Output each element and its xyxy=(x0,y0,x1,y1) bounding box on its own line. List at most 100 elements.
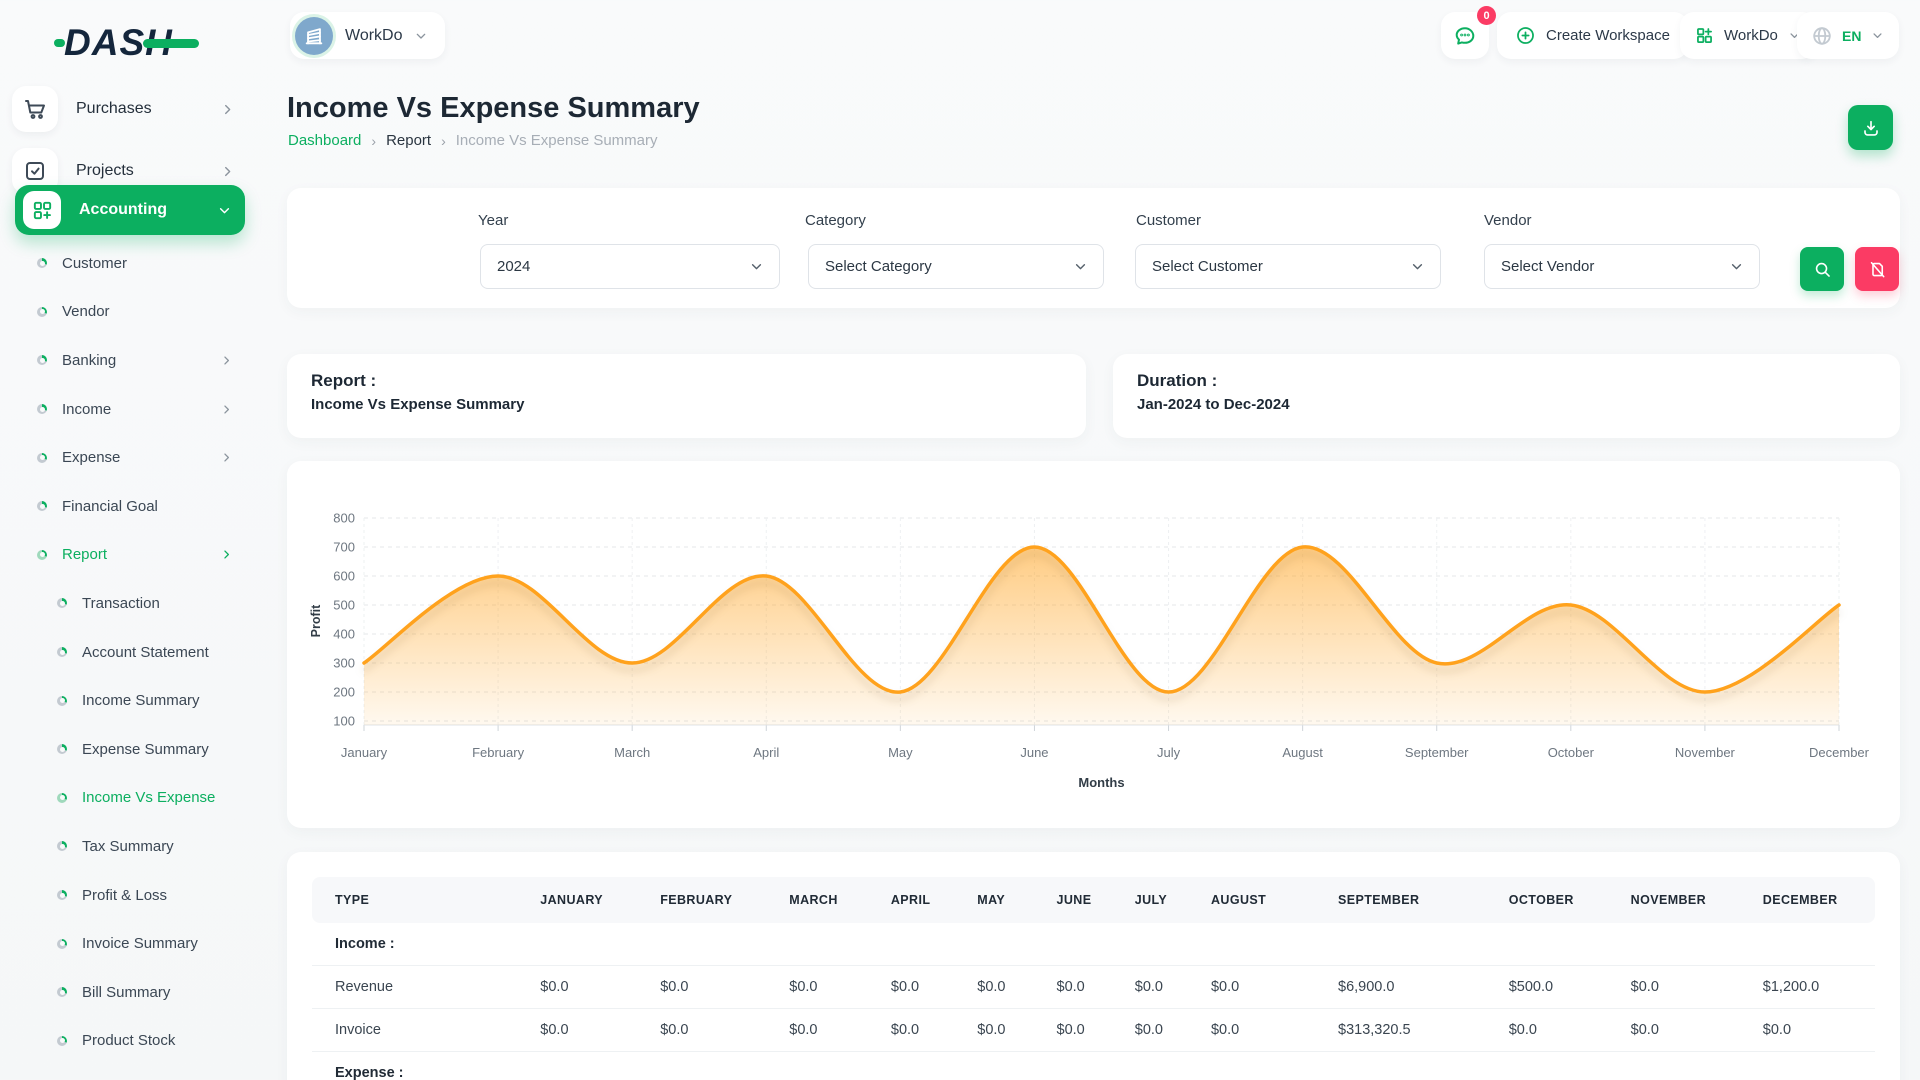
category-select[interactable]: Select Category xyxy=(808,244,1104,289)
cell-value: $500.0 xyxy=(1486,966,1608,1009)
bullet-icon xyxy=(57,696,67,706)
breadcrumb-dashboard[interactable]: Dashboard xyxy=(288,132,361,149)
reset-filter-button[interactable] xyxy=(1855,247,1899,291)
duration-card-title: Duration : xyxy=(1137,371,1876,391)
table-row: Expense : xyxy=(312,1052,1875,1080)
sidebar-item-label: Bill Summary xyxy=(82,984,262,1001)
sidebar-item-label: Income Vs Expense xyxy=(82,789,262,806)
sidebar-item-account-statement[interactable]: Account Statement xyxy=(0,628,262,677)
svg-text:December: December xyxy=(1809,745,1870,760)
table-header-may: MAY xyxy=(954,877,1033,923)
table-header-march: MARCH xyxy=(766,877,868,923)
bullet-icon xyxy=(57,1036,67,1046)
chevron-down-icon xyxy=(1072,258,1089,275)
sidebar-item-report[interactable]: Report xyxy=(0,531,262,580)
year-select[interactable]: 2024 xyxy=(480,244,780,289)
workspace-button[interactable]: WorkDo xyxy=(290,12,445,59)
cell-value: $0.0 xyxy=(1608,1009,1740,1052)
logo-accent-dot xyxy=(54,39,65,47)
logo-accent-dash xyxy=(143,39,199,48)
building-icon xyxy=(303,25,325,47)
chevron-right-icon xyxy=(219,450,234,465)
summary-table-card: TYPEJANUARYFEBRUARYMARCHAPRILMAYJUNEJULY… xyxy=(287,852,1900,1080)
bullet-icon xyxy=(57,647,67,657)
page-title: Income Vs Expense Summary xyxy=(287,92,700,125)
sidebar-item-invoice-summary[interactable]: Invoice Summary xyxy=(0,919,262,968)
cell-value: $0.0 xyxy=(1034,1009,1112,1052)
cell-value: $0.0 xyxy=(868,966,954,1009)
selected-value: Select Vendor xyxy=(1501,258,1594,275)
customer-label: Customer xyxy=(1136,212,1201,229)
download-button[interactable] xyxy=(1848,105,1893,150)
bullet-icon xyxy=(37,453,47,463)
table-header-july: JULY xyxy=(1112,877,1188,923)
table-row: Income : xyxy=(312,923,1875,966)
svg-text:100: 100 xyxy=(333,714,355,729)
sidebar-item-cash-flow[interactable]: Cash Flow xyxy=(0,1065,262,1080)
apply-filter-button[interactable] xyxy=(1800,247,1844,291)
workspace-name: WorkDo xyxy=(345,27,403,45)
sidebar-item-accounting-active[interactable]: Accounting xyxy=(15,185,245,235)
chevron-right-icon xyxy=(219,163,236,180)
profit-chart-card: 800700600500400300200100JanuaryFebruaryM… xyxy=(287,461,1900,828)
cell-value: $0.0 xyxy=(1112,1009,1188,1052)
sidebar-item-expense-summary[interactable]: Expense Summary xyxy=(0,725,262,774)
customer-select[interactable]: Select Customer xyxy=(1135,244,1441,289)
sidebar-item-purchases[interactable]: Purchases xyxy=(12,78,250,140)
sidebar-item-label: Banking xyxy=(62,352,219,369)
sidebar-item-label: Accounting xyxy=(79,201,216,219)
sidebar-item-transaction[interactable]: Transaction xyxy=(0,579,262,628)
cell-value: $0.0 xyxy=(954,966,1033,1009)
report-summary-card: Report : Income Vs Expense Summary xyxy=(287,354,1086,438)
table-header-april: APRIL xyxy=(868,877,954,923)
chevron-right-icon xyxy=(219,402,234,417)
bullet-icon xyxy=(57,841,67,851)
cell-value: $0.0 xyxy=(868,1009,954,1052)
breadcrumb-report[interactable]: Report xyxy=(386,132,431,149)
sidebar-item-product-stock[interactable]: Product Stock xyxy=(0,1017,262,1066)
duration-summary-card: Duration : Jan-2024 to Dec-2024 xyxy=(1113,354,1900,438)
svg-text:March: March xyxy=(614,745,650,760)
cell-value: $0.0 xyxy=(637,1009,766,1052)
sidebar-item-vendor[interactable]: Vendor xyxy=(0,288,262,337)
table-header-type: TYPE xyxy=(312,877,517,923)
sidebar-item-label: Purchases xyxy=(76,100,219,118)
svg-text:July: July xyxy=(1157,745,1181,760)
bullet-icon xyxy=(57,939,67,949)
bullet-icon xyxy=(37,307,47,317)
bullet-icon xyxy=(57,987,67,997)
cell-value: $0.0 xyxy=(1034,966,1112,1009)
sidebar-item-financial-goal[interactable]: Financial Goal xyxy=(0,482,262,531)
sidebar-item-label: Income Summary xyxy=(82,692,262,709)
chat-icon xyxy=(1453,24,1477,48)
breadcrumb: Dashboard › Report › Income Vs Expense S… xyxy=(288,132,658,149)
chevron-right-icon xyxy=(219,353,234,368)
bullet-icon xyxy=(37,550,47,560)
sidebar-item-income[interactable]: Income xyxy=(0,385,262,434)
sidebar-item-banking[interactable]: Banking xyxy=(0,336,262,385)
svg-text:September: September xyxy=(1405,745,1469,760)
plus-circle-icon xyxy=(1515,25,1536,46)
create-workspace-button[interactable]: Create Workspace xyxy=(1497,12,1688,59)
category-label: Category xyxy=(805,212,866,229)
svg-text:August: August xyxy=(1282,745,1323,760)
table-row: Invoice$0.0$0.0$0.0$0.0$0.0$0.0$0.0$0.0$… xyxy=(312,1009,1875,1052)
messages-button[interactable]: 0 xyxy=(1441,12,1489,59)
sidebar-item-bill-summary[interactable]: Bill Summary xyxy=(0,968,262,1017)
cell-value: $0.0 xyxy=(766,966,868,1009)
sidebar-item-profit-loss[interactable]: Profit & Loss xyxy=(0,871,262,920)
sidebar-item-customer[interactable]: Customer xyxy=(0,239,262,288)
workspace-switcher[interactable]: WorkDo xyxy=(1680,12,1816,59)
search-icon xyxy=(1813,260,1832,279)
sidebar-item-expense[interactable]: Expense xyxy=(0,433,262,482)
sidebar-item-income-summary[interactable]: Income Summary xyxy=(0,676,262,725)
sidebar-item-tax-summary[interactable]: Tax Summary xyxy=(0,822,262,871)
language-selector[interactable]: EN xyxy=(1797,12,1899,59)
cell-value: $0.0 xyxy=(766,1009,868,1052)
app-logo[interactable]: DASH xyxy=(64,22,173,64)
svg-text:October: October xyxy=(1548,745,1595,760)
vendor-select[interactable]: Select Vendor xyxy=(1484,244,1760,289)
bullet-icon xyxy=(37,501,47,511)
sidebar-item-income-vs-expense[interactable]: Income Vs Expense xyxy=(0,774,262,823)
svg-text:November: November xyxy=(1675,745,1736,760)
